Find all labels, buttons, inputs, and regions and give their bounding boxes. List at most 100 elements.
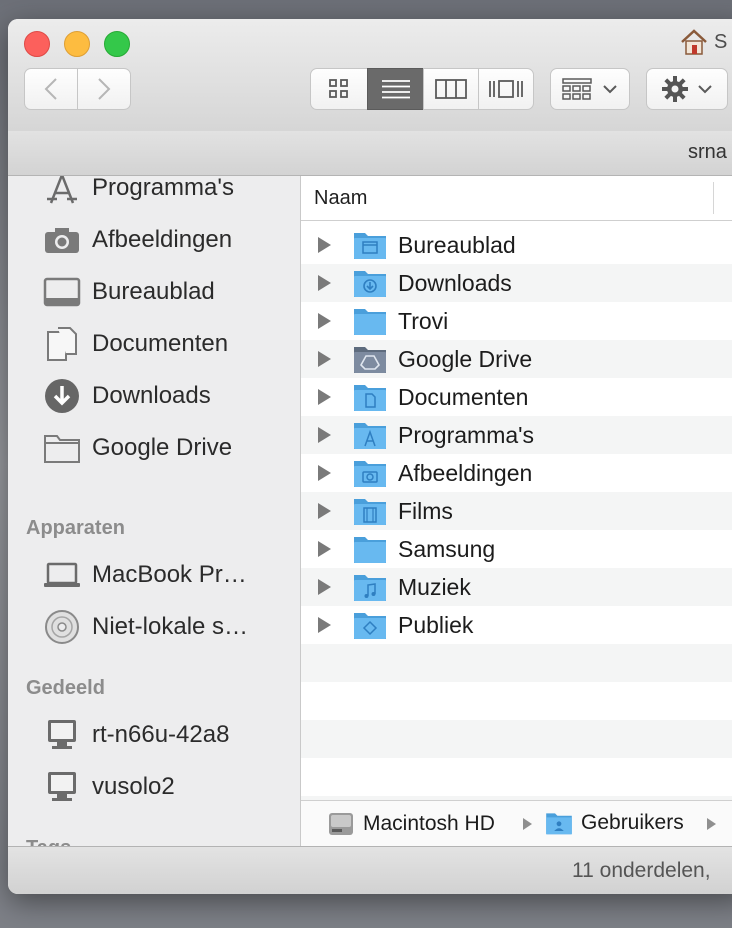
sidebar-item-afbeeldingen[interactable]: Afbeeldingen bbox=[8, 214, 300, 266]
table-row[interactable]: Samsung bbox=[301, 530, 732, 568]
disclosure-triangle-icon[interactable] bbox=[318, 237, 331, 253]
hard-drive-icon bbox=[329, 813, 353, 835]
sidebar-item-label: Afbeeldingen bbox=[92, 226, 233, 253]
disclosure-triangle-icon[interactable] bbox=[318, 427, 331, 443]
disclosure-triangle-icon[interactable] bbox=[318, 465, 331, 481]
sidebar-header-shared: Gedeeld bbox=[26, 677, 105, 699]
action-button[interactable] bbox=[646, 68, 728, 110]
path-bar: Macintosh HD Gebruikers bbox=[301, 800, 732, 847]
back-button[interactable] bbox=[24, 68, 78, 110]
chevron-left-icon bbox=[44, 78, 57, 100]
sidebar-item-programmas[interactable]: Programma's bbox=[8, 176, 300, 214]
sidebar-item-rt-n66u[interactable]: rt-n66u-42a8 bbox=[8, 709, 300, 761]
camera-icon bbox=[42, 220, 82, 260]
sidebar-item-label: Documenten bbox=[92, 330, 229, 357]
folder-pictures-icon bbox=[354, 461, 386, 487]
sidebar-item-label: Programma's bbox=[92, 176, 234, 201]
row-name: Publiek bbox=[398, 612, 474, 638]
icon-view-icon bbox=[329, 79, 348, 98]
column-view-button[interactable] bbox=[423, 68, 479, 110]
sidebar-item-documenten[interactable]: Documenten bbox=[8, 318, 300, 370]
table-row[interactable]: Muziek bbox=[301, 568, 732, 606]
disclosure-triangle-icon[interactable] bbox=[318, 541, 331, 557]
users-folder-icon bbox=[546, 813, 572, 835]
disclosure-triangle-icon[interactable] bbox=[318, 389, 331, 405]
table-row[interactable]: Films bbox=[301, 492, 732, 530]
disclosure-triangle-icon[interactable] bbox=[318, 275, 331, 291]
documents-icon bbox=[42, 324, 82, 364]
disclosure-triangle-icon[interactable] bbox=[318, 503, 331, 519]
titlebar: S bbox=[8, 19, 732, 132]
disclosure-triangle-icon[interactable] bbox=[318, 313, 331, 329]
tab-bar: srna bbox=[8, 131, 732, 176]
folder-applications-icon bbox=[354, 423, 386, 449]
download-icon bbox=[42, 376, 82, 416]
breadcrumb-label: Macintosh HD bbox=[363, 812, 495, 835]
empty-row bbox=[301, 644, 732, 682]
sidebar-item-google-drive[interactable]: Google Drive bbox=[8, 422, 300, 474]
forward-button[interactable] bbox=[77, 68, 131, 110]
arrange-button[interactable] bbox=[550, 68, 630, 110]
list-view-icon bbox=[381, 80, 410, 99]
monitor-icon bbox=[42, 715, 82, 755]
row-name: Muziek bbox=[398, 574, 471, 600]
breadcrumb-label: Gebruikers bbox=[581, 811, 684, 834]
window-title-text: S bbox=[714, 30, 728, 53]
monitor-icon bbox=[42, 767, 82, 807]
icon-view-button[interactable] bbox=[310, 68, 368, 110]
sidebar-item-downloads[interactable]: Downloads bbox=[8, 370, 300, 422]
laptop-icon bbox=[42, 555, 82, 595]
breadcrumb-separator-icon bbox=[523, 818, 532, 830]
row-name: Downloads bbox=[398, 270, 512, 296]
table-row[interactable]: Google Drive bbox=[301, 340, 732, 378]
breadcrumb-macintosh-hd[interactable]: Macintosh HD bbox=[327, 811, 495, 837]
row-name: Bureaublad bbox=[398, 232, 516, 258]
table-row[interactable]: Programma's bbox=[301, 416, 732, 454]
item-count: 11 onderdelen, bbox=[572, 859, 711, 882]
empty-row bbox=[301, 720, 732, 758]
row-name: Afbeeldingen bbox=[398, 460, 533, 486]
finder-window: S srna Programma's Afbeeldingen Bureaubl… bbox=[8, 19, 732, 894]
table-row[interactable]: Bureaublad bbox=[301, 226, 732, 264]
sidebar-item-macbook[interactable]: MacBook Pr… bbox=[8, 549, 300, 601]
desktop-icon bbox=[42, 272, 82, 312]
tab-title[interactable]: srna bbox=[688, 141, 727, 164]
sidebar-item-vusolo2[interactable]: vusolo2 bbox=[8, 761, 300, 813]
window-title: S bbox=[680, 29, 727, 55]
zoom-button[interactable] bbox=[104, 31, 130, 57]
sidebar-item-label: vusolo2 bbox=[92, 773, 175, 800]
column-divider[interactable] bbox=[713, 182, 714, 214]
list-view-button[interactable] bbox=[367, 68, 424, 110]
status-bar: 11 onderdelen, bbox=[8, 846, 732, 894]
sidebar-item-label: MacBook Pr… bbox=[92, 561, 247, 588]
breadcrumb-separator-icon bbox=[707, 818, 716, 830]
disc-icon bbox=[42, 607, 82, 647]
applications-icon bbox=[42, 176, 82, 208]
row-name: Programma's bbox=[398, 422, 535, 448]
sidebar-item-remote-disc[interactable]: Niet-lokale s… bbox=[8, 601, 300, 653]
folder-icon bbox=[42, 428, 82, 468]
arrange-grid-icon bbox=[562, 78, 592, 100]
breadcrumb-gebruikers[interactable]: Gebruikers bbox=[545, 811, 684, 835]
sidebar-header-devices: Apparaten bbox=[26, 517, 125, 539]
coverflow-view-button[interactable] bbox=[478, 68, 534, 110]
column-header-name[interactable]: Naam bbox=[301, 176, 732, 221]
close-button[interactable] bbox=[24, 31, 50, 57]
minimize-button[interactable] bbox=[64, 31, 90, 57]
disclosure-triangle-icon[interactable] bbox=[318, 351, 331, 367]
table-row[interactable]: Documenten bbox=[301, 378, 732, 416]
file-list: Naam Bureaublad Downloads Trovi Google D… bbox=[301, 176, 732, 846]
home-icon bbox=[681, 29, 707, 55]
rows: Bureaublad Downloads Trovi Google Drive bbox=[301, 226, 732, 834]
table-row[interactable]: Publiek bbox=[301, 606, 732, 644]
disclosure-triangle-icon[interactable] bbox=[318, 617, 331, 633]
table-row[interactable]: Afbeeldingen bbox=[301, 454, 732, 492]
sidebar-item-label: Downloads bbox=[92, 382, 211, 409]
table-row[interactable]: Trovi bbox=[301, 302, 732, 340]
sidebar-item-bureaublad[interactable]: Bureaublad bbox=[8, 266, 300, 318]
disclosure-triangle-icon[interactable] bbox=[318, 579, 331, 595]
chevron-right-icon bbox=[98, 78, 111, 100]
table-row[interactable]: Downloads bbox=[301, 264, 732, 302]
folder-downloads-icon bbox=[354, 271, 386, 297]
sidebar-header-tags: Tags bbox=[26, 837, 71, 846]
